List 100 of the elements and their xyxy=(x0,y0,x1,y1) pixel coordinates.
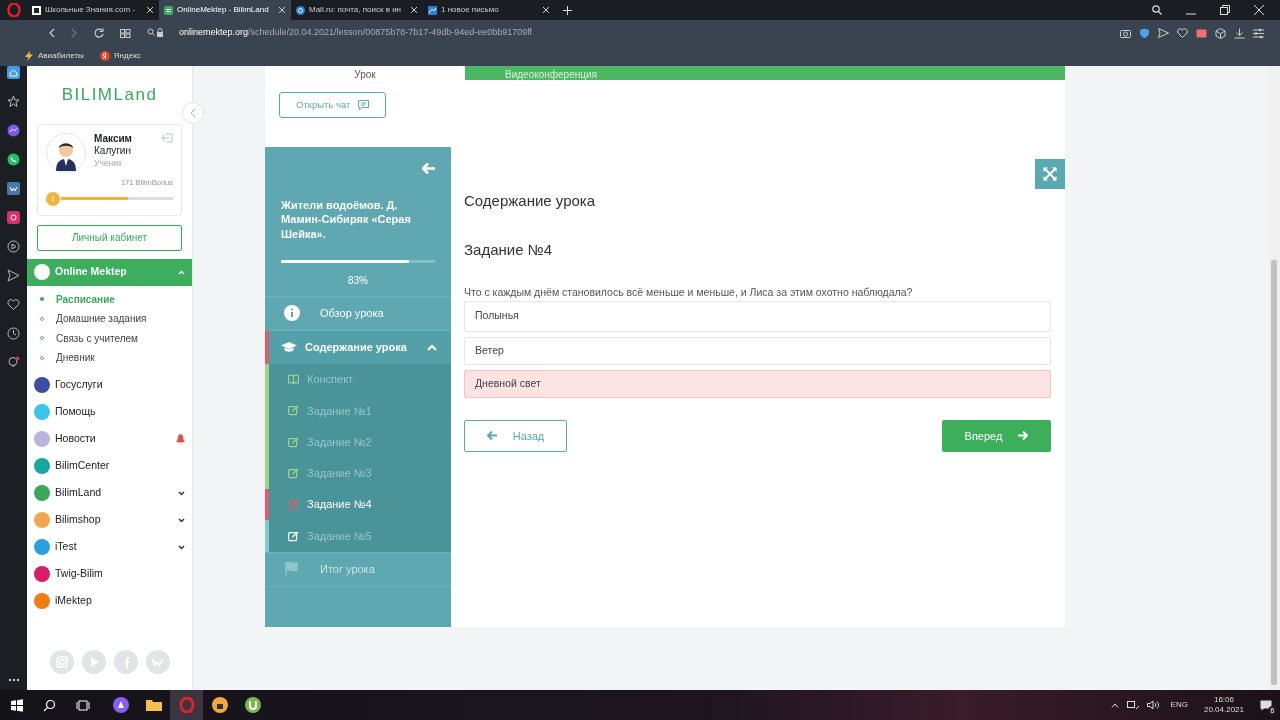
arrow-left-icon xyxy=(486,431,497,441)
user-role: Ученик xyxy=(94,157,123,169)
bookmark-link[interactable]: Авиабилеты xyxy=(38,50,84,62)
edit-icon xyxy=(288,530,299,542)
submenu-item[interactable]: Связь с учителем xyxy=(27,328,192,348)
task-title: Задание №4 xyxy=(464,239,554,260)
plus-icon[interactable] xyxy=(563,5,572,15)
app-icon[interactable] xyxy=(112,697,129,713)
user-first-name: Максим xyxy=(94,132,132,145)
language-indicator[interactable]: ENG xyxy=(1170,699,1188,711)
chevron-down-icon[interactable] xyxy=(178,544,185,550)
wallet-icon[interactable] xyxy=(1196,27,1207,39)
question-text: Что с каждым днём становилось всё меньше и меньше, и Лиса за этим охотно наблюдала? xyxy=(464,285,914,300)
answer-option[interactable]: Дневной свет xyxy=(464,369,1051,398)
address-field[interactable]: onlinemektep.org/schedule/20.04.2021/lesson/00875b78-7b17-49db-94ed-ee0bb91709ff xyxy=(179,26,533,40)
settings-icon[interactable] xyxy=(1253,27,1264,39)
play-icon[interactable] xyxy=(7,240,20,253)
volume-icon[interactable] xyxy=(1146,700,1159,710)
menu-item[interactable]: BilimLand xyxy=(27,479,192,507)
arrow-left-icon[interactable] xyxy=(422,163,435,174)
chevron-up-icon[interactable] xyxy=(1110,702,1119,708)
network-icon[interactable] xyxy=(1126,700,1139,710)
tab-label: Урок xyxy=(354,70,376,80)
lesson-title: Жители водоёмов. Д. Мамин-Сибиряк «Серая Шейка». xyxy=(281,198,412,241)
menu-item[interactable]: iTest xyxy=(27,533,192,561)
submenu-item[interactable]: Дневник xyxy=(27,348,192,368)
close-icon[interactable] xyxy=(1254,5,1264,15)
chevron-left-icon xyxy=(190,108,196,118)
scrollbar-thumb[interactable] xyxy=(1271,260,1277,685)
home-icon[interactable] xyxy=(7,66,20,79)
menu-item[interactable]: Bilimshop xyxy=(27,506,192,534)
search-icon[interactable] xyxy=(42,698,57,712)
social-icon[interactable] xyxy=(7,182,20,195)
more-icon[interactable] xyxy=(7,678,20,682)
browser-tab[interactable]: 1 новое письмо xyxy=(423,0,555,20)
torrent-icon[interactable] xyxy=(244,697,261,713)
send-icon[interactable] xyxy=(1158,27,1169,39)
fullscreen-button[interactable] xyxy=(1035,159,1065,189)
camera-icon[interactable] xyxy=(7,211,20,224)
avatar xyxy=(46,132,86,173)
back-icon[interactable] xyxy=(48,28,55,38)
notification-icon[interactable] xyxy=(1260,699,1272,711)
bullet-icon xyxy=(40,316,44,321)
level-badge: 1 xyxy=(46,191,60,206)
chevron-down-icon[interactable] xyxy=(178,517,185,523)
book-icon xyxy=(288,374,299,386)
download-icon[interactable] xyxy=(1234,27,1245,39)
at-sign-icon xyxy=(296,5,305,15)
clock[interactable]: 16:06 20.04.2021 xyxy=(1203,695,1244,715)
answer-option[interactable]: Полынья xyxy=(464,300,1051,332)
menu-item[interactable]: BilimCenter xyxy=(27,452,192,480)
folder-icon[interactable] xyxy=(145,697,162,713)
chat-icon xyxy=(358,100,370,110)
edit-icon xyxy=(288,436,299,448)
restore-icon[interactable] xyxy=(1220,5,1230,15)
logo: BILIMLand xyxy=(61,85,158,104)
menu-item[interactable]: Госуслуги xyxy=(27,371,192,399)
phone-icon[interactable] xyxy=(7,153,20,166)
browser-tab[interactable]: Mail.ru: почта, поиск в ин xyxy=(291,0,423,20)
chat-icon[interactable] xyxy=(7,124,20,137)
heart-icon[interactable] xyxy=(1177,27,1188,39)
clock-icon[interactable] xyxy=(7,327,20,340)
browser-logo-icon[interactable] xyxy=(178,697,195,713)
star-icon[interactable] xyxy=(7,95,20,108)
grid-icon[interactable] xyxy=(120,28,131,38)
close-icon[interactable] xyxy=(410,6,418,14)
cube-icon[interactable] xyxy=(1215,27,1226,39)
browser-tab[interactable]: OnlineMektep - BilimLand xyxy=(159,0,291,20)
browser-tab[interactable]: Школьные Знания.com - xyxy=(27,0,159,20)
search-icon[interactable] xyxy=(1152,5,1162,15)
heart-icon[interactable] xyxy=(7,298,20,311)
answer-option[interactable]: Ветер xyxy=(464,336,1051,365)
close-icon[interactable] xyxy=(278,6,286,14)
chevron-down-icon[interactable] xyxy=(178,490,185,496)
progress-percent: 83% xyxy=(348,274,368,286)
menu-item[interactable]: iMektep xyxy=(27,587,192,615)
menu-item[interactable]: Новости xyxy=(27,425,192,453)
lightning-icon xyxy=(24,51,34,61)
bookmark-link[interactable]: Яндекс xyxy=(113,50,141,62)
bullet-icon xyxy=(40,355,44,360)
close-icon[interactable] xyxy=(542,6,550,14)
expand-icon xyxy=(1043,167,1057,181)
edit-icon xyxy=(288,405,299,417)
camera-icon[interactable] xyxy=(1120,27,1131,39)
windows-icon[interactable] xyxy=(9,698,24,712)
user-last-name: Калугин xyxy=(94,145,132,158)
menu-item[interactable]: Помощь xyxy=(27,398,192,426)
reload-icon[interactable] xyxy=(94,28,104,38)
section-heading: Содержание урока xyxy=(464,191,597,211)
submenu-item[interactable]: Домашние задания xyxy=(27,309,192,329)
close-icon[interactable] xyxy=(146,6,154,14)
send-icon[interactable] xyxy=(7,269,20,282)
shield-icon[interactable] xyxy=(1139,27,1150,39)
menu-item[interactable]: Twig-Bilim xyxy=(27,560,192,588)
flag-icon xyxy=(284,561,300,578)
bulb-icon[interactable] xyxy=(7,356,20,369)
task-view-icon[interactable] xyxy=(75,698,90,712)
browser-logo-icon xyxy=(6,3,21,17)
edit-icon xyxy=(288,467,299,479)
bullet-icon xyxy=(40,336,44,341)
